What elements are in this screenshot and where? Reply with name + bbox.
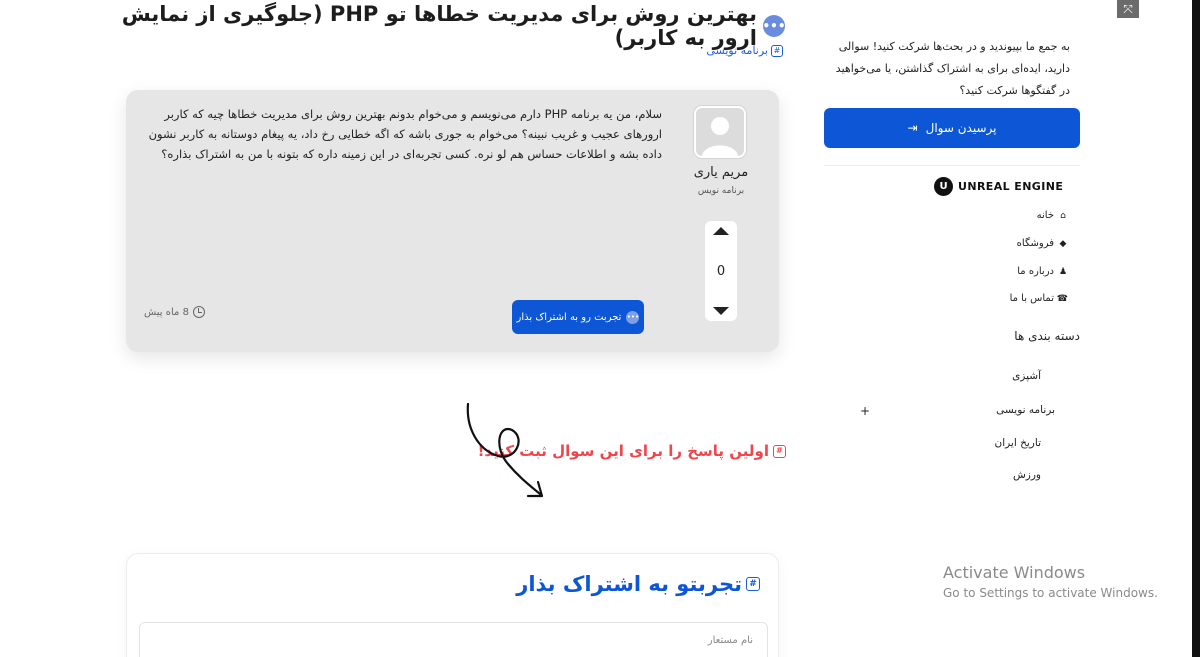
downvote-arrow-icon[interactable] [713,307,729,315]
chat-bubble-icon: ••• [762,15,786,37]
question-title-text: بهترین روش برای مدیریت خطاها تو PHP (جلو… [121,2,757,50]
tag-icon: ◆ [1059,238,1067,249]
nav-item-home[interactable]: ⌂ خانه [1037,210,1068,221]
expand-plus-icon[interactable]: + [860,404,870,418]
nickname-input[interactable]: نام مستعار [139,622,768,657]
hash-icon: # [773,444,786,458]
logo-text: UNREAL ENGINE [958,180,1064,193]
unreal-engine-logo[interactable]: U UNREAL ENGINE [934,177,1063,196]
home-icon: ⌂ [1060,210,1066,221]
curly-arrow-icon [466,402,544,498]
share-form-title: # تجربتو به اشتراک بذار [516,572,760,596]
activate-windows-watermark: Activate Windows Go to Settings to activ… [943,563,1158,600]
share-experience-button[interactable]: ••• تجربت رو به اشتراک بذار [512,300,644,334]
category-item-sports[interactable]: ورزش [1013,469,1041,481]
nav-label: فروشگاه [1016,238,1054,249]
nav-label: خانه [1036,210,1054,221]
clock-icon [192,306,205,318]
share-form-title-text: تجربتو به اشتراک بذار [516,572,742,596]
ask-question-label: پرسیدن سوال [925,121,997,135]
question-card: مریم یاری برنامه نویس سلام، من یه برنامه… [126,90,779,352]
nav-item-about[interactable]: ♟ درباره ما [1017,266,1068,277]
fullscreen-toggle-icon[interactable]: ⤧ [1117,0,1139,18]
category-item-programming[interactable]: برنامه نویسی [996,404,1055,416]
activate-title: Activate Windows [943,563,1086,582]
sidebar-divider [824,165,1080,166]
question-title: ••• بهترین روش برای مدیریت خطاها تو PHP … [85,2,786,50]
post-time: 8 ماه پیش [144,306,205,318]
question-body: سلام، من یه برنامه PHP دارم می‌نویسم و م… [148,107,662,161]
window-edge [1192,0,1200,657]
author-role: برنامه نویس [697,186,745,196]
user-placeholder-icon [696,108,744,156]
vote-widget: 0 [705,221,737,321]
chat-bubble-icon: ••• [626,310,640,324]
nav-label: تماس با ما [1009,293,1054,304]
avatar[interactable] [694,106,746,158]
share-form-card: # تجربتو به اشتراک بذار نام مستعار [126,553,779,657]
join-community-text: به جمع ما بپیوندید و در بحث‌ها شرکت کنید… [835,40,1070,97]
share-experience-label: تجربت رو به اشتراک بذار [516,311,622,323]
ask-question-button[interactable]: پرسیدن سوال ⇥ [824,108,1080,148]
category-item-cooking[interactable]: آشپزی [1012,370,1041,382]
phone-icon: ☎ [1056,293,1068,304]
category-tag[interactable]: # برنامه نویسی [706,44,783,57]
hash-icon: # [746,577,760,591]
page: ⤧ ••• بهترین روش برای مدیریت خطاها تو PH… [0,0,1200,657]
unreal-logo-icon: U [934,177,953,196]
author-name[interactable]: مریم یاری [666,165,776,180]
activate-subtitle: Go to Settings to activate Windows. [943,586,1158,600]
category-item-iran-history[interactable]: تاریخ ایران [995,437,1042,449]
categories-heading: دسته بندی ها [1014,329,1080,343]
nav-label: درباره ما [1017,266,1054,277]
category-tag-label: برنامه نویسی [706,44,768,57]
vote-count: 0 [716,263,726,279]
post-time-text: 8 ماه پیش [144,306,189,318]
nav-item-shop[interactable]: ◆ فروشگاه [1017,238,1068,249]
nav-item-contact[interactable]: ☎ تماس با ما [1010,293,1068,304]
sign-in-arrow-icon: ⇥ [907,121,918,135]
nickname-placeholder: نام مستعار [707,635,753,646]
users-icon: ♟ [1058,266,1068,277]
upvote-arrow-icon[interactable] [713,227,729,235]
hash-icon: # [771,44,783,57]
